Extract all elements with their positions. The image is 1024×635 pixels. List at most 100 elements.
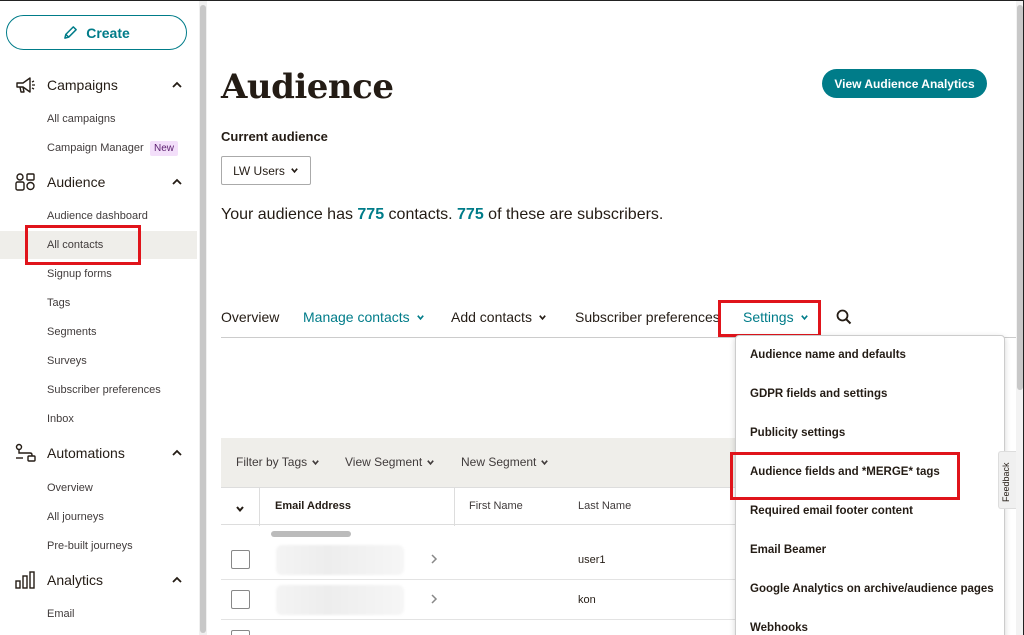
column-header-email[interactable]: Email Address <box>275 500 351 512</box>
sidebar-section-campaigns[interactable]: Campaigns <box>0 72 197 98</box>
new-badge: New <box>150 141 179 156</box>
chevron-down-icon <box>427 459 434 465</box>
sidebar-item-inbox[interactable]: Inbox <box>0 405 197 433</box>
chevron-up-icon <box>172 449 182 456</box>
audience-icon <box>15 173 35 191</box>
row-checkbox[interactable] <box>231 550 250 569</box>
tab-add-contacts[interactable]: Add contacts <box>451 309 547 325</box>
sidebar-section-analytics[interactable]: Analytics <box>0 567 197 593</box>
sidebar-item-label: Signup forms <box>47 268 112 280</box>
chevron-up-icon <box>172 576 182 583</box>
audience-select-value: LW Users <box>233 163 285 178</box>
filter-bar: Filter by Tags View Segment New Segment <box>221 438 741 487</box>
tab-settings[interactable]: Settings <box>743 309 809 325</box>
sidebar-item-label: Subscriber preferences <box>47 384 161 396</box>
row-checkbox[interactable] <box>231 590 250 609</box>
view-audience-analytics-button[interactable]: View Audience Analytics <box>822 69 987 98</box>
last-name-cell: kon <box>578 594 596 606</box>
tab-subscriber-preferences[interactable]: Subscriber preferences <box>575 309 720 325</box>
redacted-email <box>276 585 404 615</box>
sidebar-item-subscriber-preferences[interactable]: Subscriber preferences <box>0 376 197 404</box>
menu-item-audience-fields-merge-tags[interactable]: Audience fields and *MERGE* tags <box>750 466 940 478</box>
sidebar-item-label: Overview <box>47 482 93 494</box>
summary-suffix: of these are subscribers. <box>483 206 664 223</box>
sidebar: Create Campaigns All campaigns Campaign … <box>0 1 197 635</box>
chevron-down-icon <box>541 459 549 465</box>
column-divider <box>454 488 455 526</box>
sidebar-item-surveys[interactable]: Surveys <box>0 347 197 375</box>
menu-item-webhooks[interactable]: Webhooks <box>750 622 808 634</box>
redacted-email <box>276 545 404 575</box>
tab-label: Settings <box>743 309 794 325</box>
chevron-right-icon[interactable] <box>429 593 439 605</box>
sidebar-item-all-contacts[interactable]: All contacts <box>0 231 197 259</box>
summary-middle: contacts. <box>384 206 458 223</box>
row-checkbox[interactable] <box>231 630 250 635</box>
tab-overview[interactable]: Overview <box>221 309 279 325</box>
table-horizontal-scrollbar[interactable] <box>271 531 351 537</box>
feedback-tab[interactable]: Feedback <box>998 451 1018 509</box>
last-name-cell: user1 <box>578 554 606 566</box>
sidebar-item-label: Audience dashboard <box>47 210 148 222</box>
column-divider <box>259 488 260 526</box>
pencil-icon <box>64 26 78 39</box>
sidebar-scrollbar-thumb[interactable] <box>200 5 206 633</box>
tab-label: Overview <box>221 309 280 325</box>
sidebar-item-label: Pre-built journeys <box>47 540 133 552</box>
tab-label: Manage contacts <box>303 309 410 325</box>
sidebar-item-label: Tags <box>47 297 71 309</box>
view-segment-button[interactable]: View Segment <box>345 455 435 469</box>
sidebar-item-pre-built-journeys[interactable]: Pre-built journeys <box>0 532 197 560</box>
menu-item-publicity-settings[interactable]: Publicity settings <box>750 427 845 439</box>
menu-item-gdpr-fields[interactable]: GDPR fields and settings <box>750 388 887 400</box>
sidebar-item-label: Campaign Manager <box>47 142 144 154</box>
page-title: Audience <box>221 67 394 107</box>
table-row: kon <box>221 580 741 620</box>
sidebar-section-automations[interactable]: Automations <box>0 440 197 466</box>
filter-label: View Segment <box>345 455 423 469</box>
sidebar-item-all-campaigns[interactable]: All campaigns <box>0 105 197 133</box>
chevron-down-icon <box>539 314 546 320</box>
search-button[interactable] <box>836 309 852 330</box>
sidebar-item-signup-forms[interactable]: Signup forms <box>0 260 197 288</box>
filter-label: Filter by Tags <box>236 455 308 469</box>
sidebar-item-tags[interactable]: Tags <box>0 289 197 317</box>
create-label: Create <box>86 24 130 41</box>
sidebar-item-label: Surveys <box>47 355 87 367</box>
automations-icon <box>15 443 36 462</box>
sidebar-item-campaign-manager[interactable]: Campaign Manager New <box>0 134 197 162</box>
new-segment-button[interactable]: New Segment <box>461 455 549 469</box>
sidebar-item-label: Inbox <box>47 413 74 425</box>
sidebar-item-segments[interactable]: Segments <box>0 318 197 346</box>
feedback-label: Feedback <box>1001 462 1011 502</box>
sidebar-scrollbar[interactable] <box>199 1 207 635</box>
sidebar-item-email[interactable]: Email <box>0 600 197 628</box>
audience-select[interactable]: LW Users <box>221 156 311 185</box>
sidebar-section-label: Audience <box>47 174 106 190</box>
settings-dropdown-menu: Audience name and defaults GDPR fields a… <box>735 335 1005 635</box>
sidebar-item-audience-dashboard[interactable]: Audience dashboard <box>0 202 197 230</box>
filter-by-tags-button[interactable]: Filter by Tags <box>236 455 320 469</box>
column-header-first-name[interactable]: First Name <box>469 500 523 512</box>
tab-manage-contacts[interactable]: Manage contacts <box>303 309 425 325</box>
sidebar-item-overview[interactable]: Overview <box>0 474 197 502</box>
column-header-last-name[interactable]: Last Name <box>578 500 631 512</box>
contacts-count: 775 <box>357 206 385 223</box>
current-audience-label: Current audience <box>221 129 328 144</box>
menu-item-email-beamer[interactable]: Email Beamer <box>750 544 826 556</box>
page-scrollbar[interactable] <box>1016 1 1023 635</box>
menu-item-required-footer[interactable]: Required email footer content <box>750 505 913 517</box>
page-scrollbar-thumb[interactable] <box>1017 5 1023 390</box>
menu-item-google-analytics[interactable]: Google Analytics on archive/audience pag… <box>750 583 994 595</box>
contacts-table: Filter by Tags View Segment New Segment … <box>221 438 741 635</box>
menu-item-audience-name-defaults[interactable]: Audience name and defaults <box>750 349 906 361</box>
sidebar-item-all-journeys[interactable]: All journeys <box>0 503 197 531</box>
sidebar-section-audience[interactable]: Audience <box>0 169 197 195</box>
chevron-down-icon <box>800 314 808 320</box>
sidebar-item-label: All campaigns <box>47 113 116 125</box>
sidebar-item-label: Segments <box>47 326 97 338</box>
chevron-right-icon[interactable] <box>429 553 439 565</box>
select-all-dropdown[interactable] <box>235 501 245 519</box>
sidebar-item-label: All journeys <box>47 511 104 523</box>
create-button[interactable]: Create <box>6 15 187 50</box>
